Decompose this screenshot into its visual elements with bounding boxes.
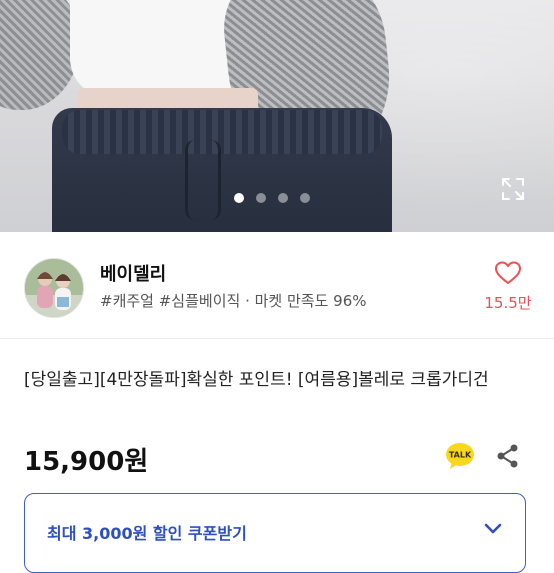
image-waistband	[62, 110, 382, 154]
image-drawstring	[185, 140, 221, 220]
seller-info[interactable]: 베이델리 #캐주얼 #심플베이직 · 마켓 만족도 96% 15.5만	[0, 232, 554, 339]
share-icon[interactable]	[495, 443, 521, 469]
seller-avatar[interactable]	[24, 258, 84, 318]
seller-tags: #캐주얼 #심플베이직 · 마켓 만족도 96%	[100, 292, 367, 310]
carousel-dot-active[interactable]	[234, 193, 244, 203]
coupon-label: 최대 3,000원 할인 쿠폰받기	[47, 524, 247, 543]
carousel-dot[interactable]	[256, 193, 266, 203]
coupon-button[interactable]: 최대 3,000원 할인 쿠폰받기	[24, 493, 526, 573]
heart-outline-icon	[495, 261, 521, 284]
chevron-down-icon	[484, 523, 502, 534]
seller-name[interactable]: 베이델리	[100, 260, 166, 286]
talk-chat-icon[interactable]: TALK	[445, 442, 475, 470]
like-count: 15.5만	[484, 294, 532, 312]
carousel-dot[interactable]	[278, 193, 288, 203]
product-price: 15,900원	[24, 447, 149, 477]
product-title: [당일출고][4만장돌파]확실한 포인트! [여름용]볼레로 크롭가디건	[24, 370, 489, 390]
like-button[interactable]: 15.5만	[482, 260, 534, 313]
product-image-carousel[interactable]	[0, 0, 554, 232]
expand-icon[interactable]	[500, 176, 526, 202]
carousel-indicator	[234, 193, 310, 203]
talk-badge-text: TALK	[449, 451, 472, 460]
avatar-image	[25, 259, 83, 317]
carousel-dot[interactable]	[300, 193, 310, 203]
